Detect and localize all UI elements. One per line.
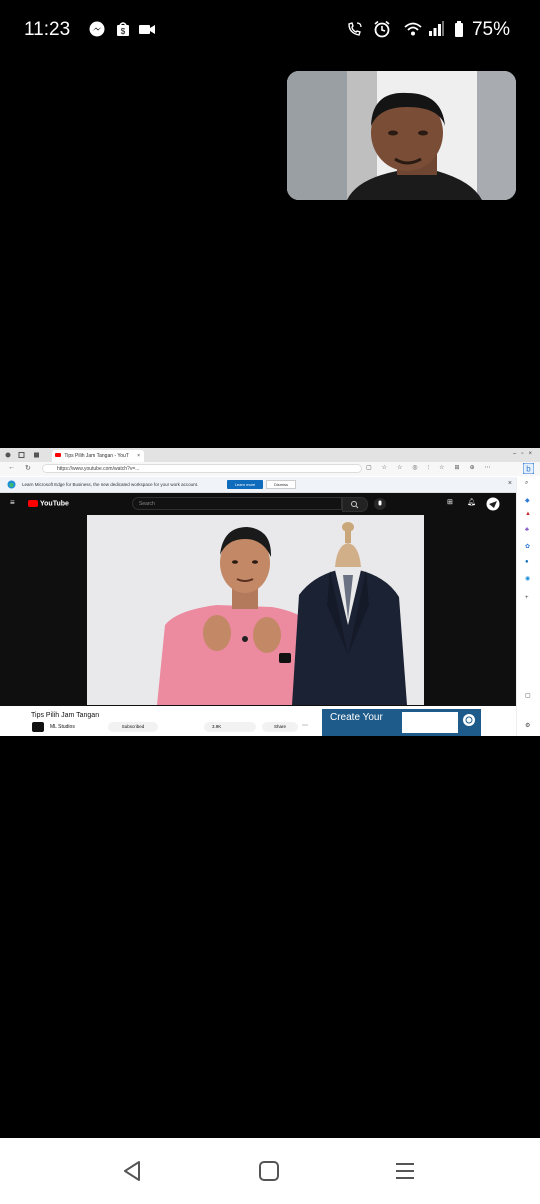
shared-screen[interactable]: Tips Pilih Jam Tangan - YouT × – ▫ × ← ↻… xyxy=(0,448,540,736)
sidebar-games-icon[interactable]: ♣ xyxy=(525,527,529,533)
youtube-logo-text: YouTube xyxy=(40,500,69,508)
signal-icon xyxy=(429,21,444,36)
close-tab-icon[interactable]: × xyxy=(137,453,140,459)
wifi-calling-icon xyxy=(348,22,362,36)
alarm-icon xyxy=(374,20,390,38)
learn-more-button[interactable]: Learn more xyxy=(227,480,263,489)
video-details: Tips Pilih Jam Tangan ML Studios Subscri… xyxy=(0,706,516,736)
clock: 11:23 xyxy=(24,19,71,40)
back-icon[interactable]: ← xyxy=(8,464,15,471)
recents-button-icon[interactable] xyxy=(394,1160,416,1182)
sidebar-tools-icon[interactable]: ▲ xyxy=(525,511,531,517)
back-button-icon[interactable] xyxy=(120,1160,144,1182)
video-camera-icon xyxy=(139,25,155,34)
video-player[interactable] xyxy=(87,515,424,705)
sidebar-settings-icon[interactable]: ⚙ xyxy=(525,722,530,729)
sidebar-add-icon[interactable]: + xyxy=(525,595,529,601)
ad-headline: Create Your xyxy=(330,712,383,723)
menu-icon[interactable]: ≡ xyxy=(10,498,15,507)
refresh-icon[interactable]: ↻ xyxy=(25,464,31,472)
shopping-bag-icon: $ xyxy=(117,22,129,36)
search-icon xyxy=(351,501,359,509)
youtube-search-input[interactable]: Search xyxy=(132,497,342,510)
youtube-play-icon xyxy=(28,500,38,507)
video-title: Tips Pilih Jam Tangan xyxy=(31,712,100,719)
bing-copilot-icon[interactable]: b xyxy=(523,463,534,474)
more-actions-icon[interactable]: ⋯ xyxy=(302,722,308,729)
sidebar-office-icon[interactable]: ✿ xyxy=(525,543,530,550)
sidebar-ad[interactable]: Create Your xyxy=(322,709,481,736)
sidebar-edge-icon[interactable]: ◉ xyxy=(525,575,530,582)
ad-info-icon[interactable] xyxy=(462,713,476,727)
sidebar-shopping-icon[interactable]: ◆ xyxy=(525,497,530,504)
messenger-icon xyxy=(89,21,105,37)
youtube-page: ≡ YouTube Search ⊞ 🔔︎ Tips Pilih Jam Tan… xyxy=(0,493,516,736)
subscribed-button[interactable]: Subscribed xyxy=(108,722,158,732)
participant-video-image xyxy=(287,71,516,200)
create-icon[interactable]: ⊞ xyxy=(447,498,453,506)
video-frame-image xyxy=(87,515,424,705)
status-bar: 11:23 $ 75% xyxy=(0,0,540,60)
address-bar-input[interactable]: https://www.youtube.com/watch?v=... xyxy=(42,464,362,473)
browser-tab[interactable]: Tips Pilih Jam Tangan - YouT × xyxy=(52,450,144,462)
battery-icon xyxy=(455,21,463,37)
info-bar-message: Learn Microsoft Edge for Business, the n… xyxy=(22,482,199,487)
battery-percent: 75% xyxy=(471,19,510,40)
svg-text:$: $ xyxy=(121,27,126,36)
channel-avatar[interactable] xyxy=(32,722,44,732)
avatar[interactable] xyxy=(486,497,500,511)
tab-title: Tips Pilih Jam Tangan - YouT xyxy=(64,453,129,459)
browser-tab-bar: Tips Pilih Jam Tangan - YouT × – ▫ × xyxy=(0,448,540,462)
sidebar-search-icon[interactable]: ⌕ xyxy=(525,480,528,487)
wifi-icon xyxy=(404,22,422,36)
edge-sidebar: ⌕ ◆ ▲ ♣ ✿ ● ◉ + ▢ ⚙ xyxy=(516,477,540,736)
sidebar-outlook-icon[interactable]: ● xyxy=(525,559,529,565)
youtube-header: ≡ YouTube Search ⊞ 🔔︎ xyxy=(0,493,516,515)
sidebar-layout-icon[interactable]: ▢ xyxy=(525,692,531,699)
search-button[interactable] xyxy=(342,497,368,512)
ad-preview-image xyxy=(402,712,458,733)
microphone-icon[interactable] xyxy=(374,498,386,510)
close-info-bar-icon[interactable]: × xyxy=(508,480,512,487)
like-button[interactable]: 3.9K xyxy=(204,722,256,732)
home-button-icon[interactable] xyxy=(258,1160,280,1182)
youtube-favicon-icon xyxy=(55,453,61,457)
browser-window-icons[interactable] xyxy=(5,451,45,459)
window-controls[interactable]: – ▫ × xyxy=(513,451,532,457)
edge-info-bar: Learn Microsoft Edge for Business, the n… xyxy=(0,477,516,493)
channel-name[interactable]: ML Studios xyxy=(50,724,75,730)
browser-toolbar-icons[interactable]: ▢☆☆◎⫶☆⊞⊕⋯ xyxy=(366,464,501,472)
notifications-icon[interactable]: 🔔︎ xyxy=(467,498,476,506)
share-button[interactable]: Share xyxy=(262,722,298,732)
self-view-video[interactable] xyxy=(287,71,516,200)
navigation-bar xyxy=(0,1138,540,1204)
edge-logo-icon xyxy=(7,480,16,489)
svg-text:b: b xyxy=(526,465,531,474)
dismiss-button[interactable]: Dismiss xyxy=(266,480,296,489)
youtube-logo[interactable]: YouTube xyxy=(28,500,69,507)
